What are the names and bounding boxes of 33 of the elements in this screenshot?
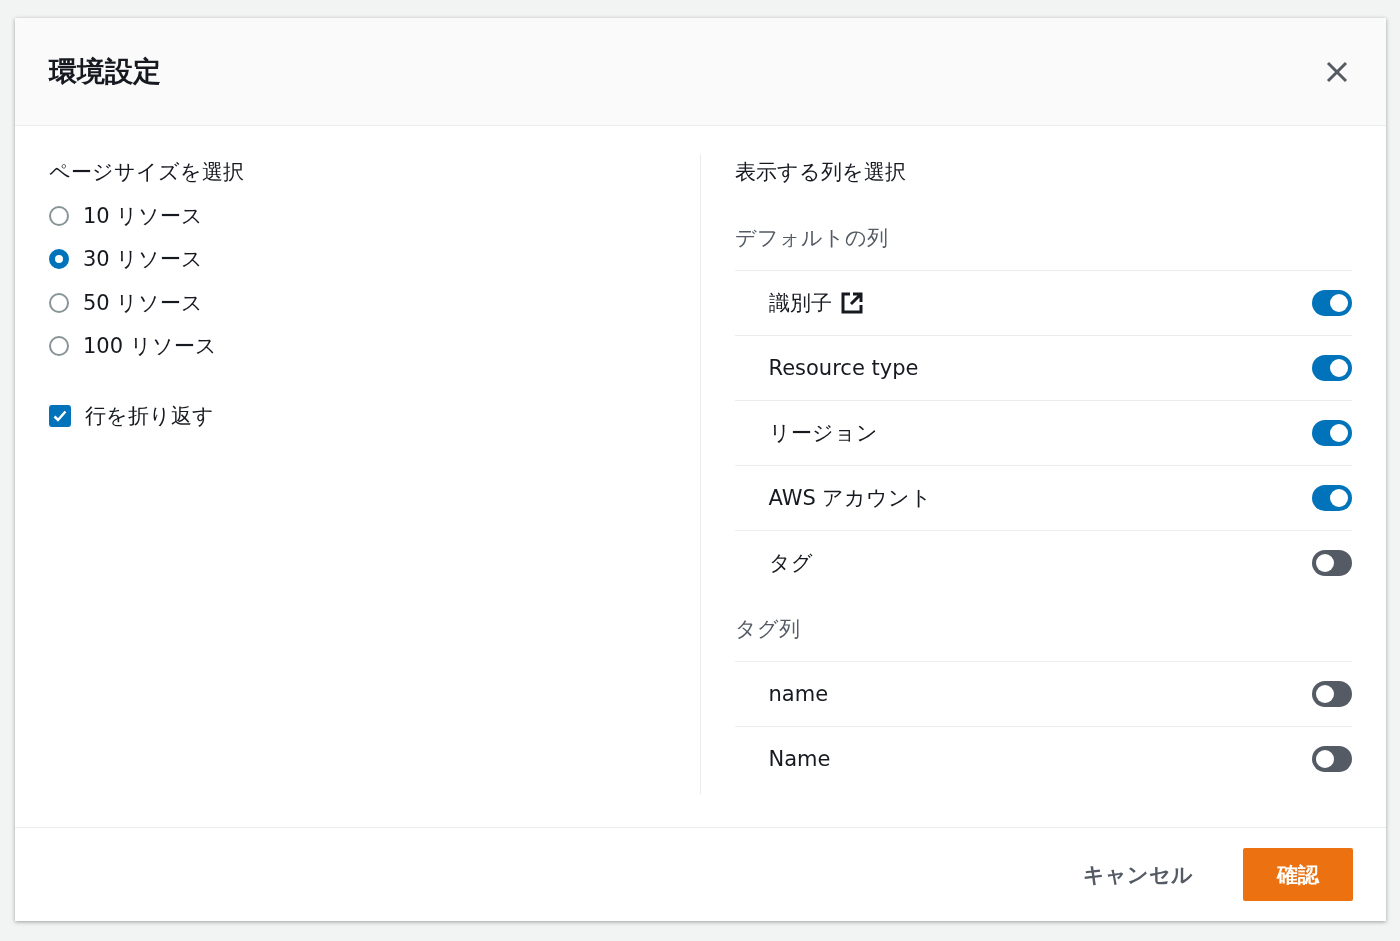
column-label: Name [768, 747, 831, 771]
column-label: name [768, 682, 829, 706]
toggle-switch[interactable] [1312, 485, 1352, 511]
radio-button[interactable] [49, 292, 69, 313]
column-label: Resource type [768, 356, 919, 380]
radio-label[interactable]: 100 リソース [83, 332, 217, 361]
radio-button[interactable] [49, 205, 69, 226]
checkmark-icon [53, 409, 67, 422]
dialog-title: 環境設定 [49, 53, 161, 90]
external-link-icon[interactable] [839, 291, 864, 315]
toggle-switch[interactable] [1312, 420, 1352, 446]
radio-label[interactable]: 10 リソース [83, 201, 204, 230]
toggle-switch[interactable] [1312, 290, 1352, 316]
group-label: タグ列 [734, 616, 801, 643]
group-label: デフォルトの列 [734, 225, 889, 252]
close-icon [1326, 60, 1348, 83]
page-size-label: ページサイズを選択 [49, 159, 245, 186]
checkbox[interactable] [49, 404, 71, 427]
checkbox-label[interactable]: 行を折り返す [85, 401, 214, 430]
toggle-switch[interactable] [1312, 681, 1352, 707]
columns-label: 表示する列を選択 [734, 159, 907, 186]
radio-label[interactable]: 50 リソース [83, 288, 204, 317]
column-label: リージョン [768, 420, 878, 447]
toggle-switch[interactable] [1312, 746, 1352, 772]
radio-button[interactable] [49, 336, 69, 357]
toggle-switch[interactable] [1312, 550, 1352, 576]
column-label: タグ [768, 550, 813, 577]
radio-button[interactable] [49, 249, 69, 270]
column-label: AWS アカウント [768, 485, 933, 512]
column-label: 識別子 [768, 290, 832, 317]
toggle-switch[interactable] [1312, 355, 1352, 381]
radio-label[interactable]: 30 リソース [83, 245, 204, 274]
cancel-button[interactable]: キャンセル [1063, 848, 1213, 901]
